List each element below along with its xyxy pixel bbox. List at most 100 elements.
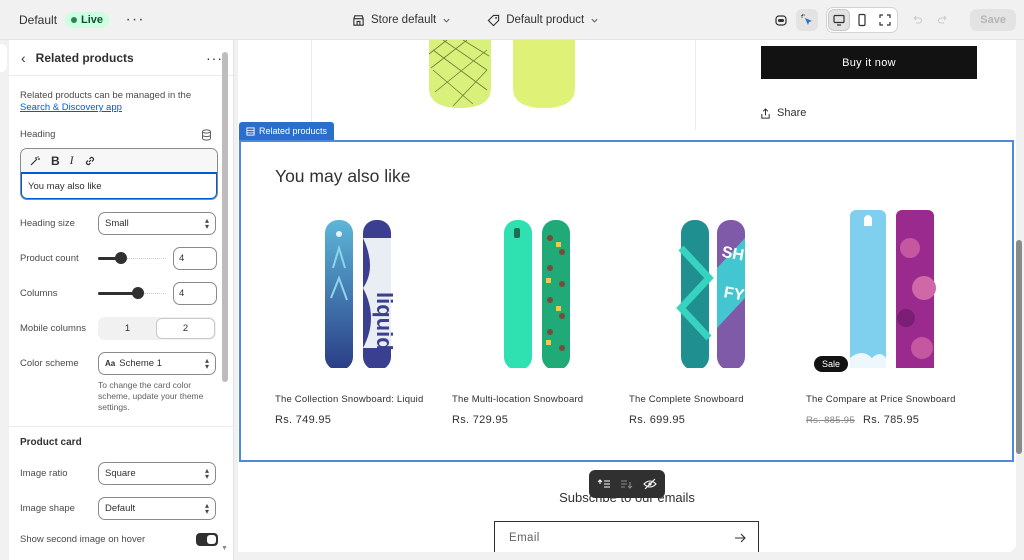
scheme-swatch-icon: Aa — [105, 359, 116, 368]
price-value: Rs. 729.95 — [452, 414, 509, 426]
share-label: Share — [777, 107, 807, 119]
product-card-title: Product card — [20, 437, 82, 448]
second-image-row: Show second image on hover — [20, 534, 218, 545]
buy-it-now-button[interactable]: Buy it now — [761, 46, 977, 79]
product-card[interactable]: liquid The Collection Snowboard: Liquid … — [275, 208, 425, 426]
slider-knob[interactable] — [132, 287, 144, 299]
theme-name[interactable]: Default — [19, 13, 57, 27]
back-arrow-icon[interactable]: ‹ — [21, 50, 26, 66]
color-scheme-help: To change the card color scheme, update … — [98, 380, 204, 412]
scroll-down-icon[interactable]: ▼ — [221, 545, 228, 552]
desktop-view-button[interactable] — [828, 9, 851, 31]
product-count-label: Product count — [20, 253, 79, 264]
mobile-columns-option-2[interactable]: 2 — [156, 318, 215, 339]
theme-actions-button[interactable]: ··· — [123, 11, 147, 27]
product-image — [504, 220, 570, 370]
image-ratio-select[interactable]: Square ▴ ▾ — [98, 462, 216, 485]
slider-track — [144, 293, 166, 294]
store-selector[interactable]: Store default — [352, 14, 451, 27]
redo-button[interactable] — [932, 9, 954, 31]
product-card[interactable]: The Multi-location Snowboard Rs. 729.95 — [452, 208, 602, 426]
second-image-toggle[interactable] — [196, 533, 218, 546]
section-tag[interactable]: Related products — [239, 122, 335, 140]
color-scheme-select[interactable]: Aa Scheme 1 ▴ ▾ — [98, 352, 216, 375]
dynamic-source-icon[interactable] — [201, 129, 212, 141]
bold-button[interactable]: B — [51, 154, 60, 168]
mobile-icon — [858, 13, 866, 27]
mobile-columns-option-1[interactable]: 1 — [99, 318, 156, 339]
top-bar: Default Live ··· Store default Default p… — [0, 0, 1024, 40]
product-title[interactable]: The Compare at Price Snowboard — [806, 394, 956, 405]
sidekick-icon — [775, 15, 787, 26]
preview-scroll-thumb[interactable] — [1016, 240, 1022, 454]
product-gallery-image[interactable] — [423, 40, 593, 110]
columns-label: Columns — [20, 288, 58, 299]
product-selector-label: Default product — [506, 14, 585, 26]
preview-scrollbar[interactable] — [1016, 40, 1023, 556]
inspector-toggle-button[interactable] — [796, 9, 819, 31]
product-count-row: Product count 4 — [20, 247, 218, 270]
search-discovery-link[interactable]: Search & Discovery app — [20, 102, 218, 114]
color-scheme-label: Color scheme — [20, 358, 79, 369]
hide-icon[interactable] — [642, 478, 657, 490]
cursor-select-icon — [801, 14, 813, 25]
tag-icon — [487, 14, 500, 26]
product-selector[interactable]: Default product — [487, 14, 599, 27]
viewport-switcher — [826, 7, 899, 33]
second-image-label: Show second image on hover — [20, 534, 146, 545]
heading-text-input[interactable]: You may also like — [21, 172, 217, 199]
slider-knob[interactable] — [115, 252, 127, 264]
heading-size-value: Small — [105, 218, 129, 229]
panel-scrollbar[interactable]: ▼ — [221, 52, 229, 552]
heading-size-select[interactable]: Small ▴ ▾ — [98, 212, 216, 235]
link-icon[interactable] — [84, 155, 96, 167]
product-count-slider[interactable] — [98, 252, 166, 264]
panel-title: Related products — [35, 50, 134, 65]
product-image — [850, 210, 936, 380]
mobile-columns-row: Mobile columns 1 2 — [20, 317, 218, 340]
save-button[interactable]: Save — [970, 9, 1016, 31]
columns-slider[interactable] — [98, 287, 166, 299]
undo-button[interactable] — [906, 9, 928, 31]
select-chevron-icon: ▴ ▾ — [204, 355, 209, 371]
email-field[interactable]: Email — [494, 521, 759, 552]
compare-price: Rs. 885.95 — [806, 415, 855, 426]
sidekick-button[interactable] — [770, 9, 792, 31]
italic-button[interactable]: I — [70, 153, 74, 168]
product-title[interactable]: The Complete Snowboard — [629, 394, 744, 405]
move-down-icon[interactable] — [620, 478, 634, 490]
panel-scroll-thumb[interactable] — [222, 52, 228, 382]
product-card[interactable]: SH FY The Complete Snowboard Rs. 699.95 — [629, 208, 779, 426]
columns-input[interactable]: 4 — [173, 282, 217, 305]
product-price: Rs. 699.95 — [629, 414, 685, 426]
product-price: Rs. 729.95 — [452, 414, 508, 426]
section-icon — [246, 126, 255, 136]
preview-area: Buy it now Share Related products You ma… — [238, 40, 1024, 560]
share-button[interactable]: Share — [760, 107, 806, 119]
product-title[interactable]: The Collection Snowboard: Liquid — [275, 394, 423, 405]
arrow-right-icon[interactable] — [734, 533, 746, 543]
image-shape-select[interactable]: Default ▴ ▾ — [98, 497, 216, 520]
image-ratio-row: Image ratio Square ▴ ▾ — [20, 462, 218, 485]
storefront-preview: Buy it now Share Related products You ma… — [238, 40, 1016, 552]
section-divider — [9, 426, 233, 427]
undo-icon — [913, 15, 923, 24]
svg-text:liquid: liquid — [372, 292, 397, 351]
product-card[interactable]: Sale The Compare at Price Snowboard Rs. … — [806, 208, 956, 426]
chevron-down-icon — [591, 18, 598, 23]
fullscreen-view-button[interactable] — [874, 9, 896, 31]
select-chevron-icon: ▴ ▾ — [204, 465, 209, 481]
settings-panel: ‹ Related products ··· ▼ Related product… — [9, 40, 234, 560]
expand-icon — [879, 14, 891, 26]
redo-icon — [938, 15, 947, 24]
heading-size-label: Heading size — [20, 218, 75, 229]
mobile-view-button[interactable] — [851, 9, 873, 31]
product-count-input[interactable]: 4 — [173, 247, 217, 270]
move-up-icon[interactable] — [597, 478, 611, 490]
magic-icon[interactable] — [29, 155, 41, 167]
select-chevron-icon: ▴ ▾ — [204, 215, 209, 231]
related-products-heading: You may also like — [275, 166, 411, 186]
panel-more-button[interactable]: ··· — [206, 50, 223, 66]
product-title[interactable]: The Multi-location Snowboard — [452, 394, 583, 405]
left-rail — [0, 40, 9, 560]
